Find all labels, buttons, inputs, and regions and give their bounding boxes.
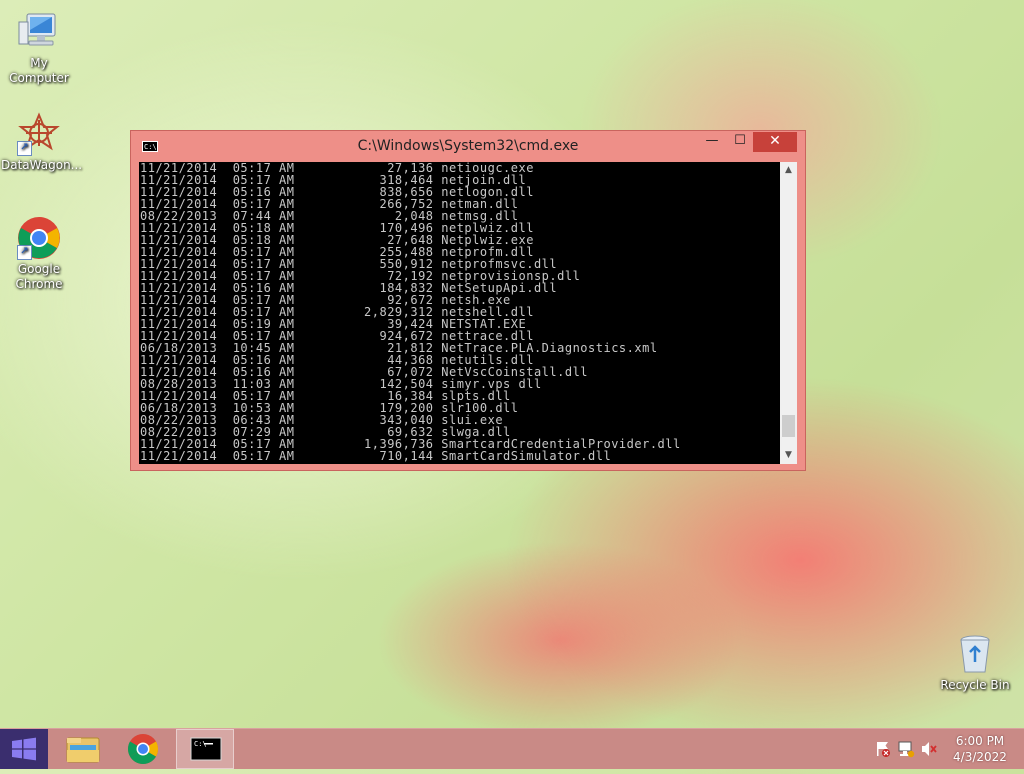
- maximize-button[interactable]: ☐: [727, 132, 753, 152]
- console-output[interactable]: 11/21/2014 05:17 AM 27,136 netiougc.exe 1…: [139, 162, 780, 464]
- cmd-icon: C:\: [190, 737, 222, 761]
- taskbar-chrome[interactable]: [114, 729, 172, 769]
- scrollbar-thumb[interactable]: [782, 415, 795, 438]
- start-button[interactable]: [0, 729, 48, 769]
- taskbar-cmd[interactable]: C:\: [176, 729, 234, 769]
- windows-logo-icon: [12, 737, 36, 761]
- desktop-icon-my-computer[interactable]: My Computer: [1, 10, 77, 86]
- system-tray: [870, 729, 942, 769]
- folder-icon: [66, 737, 100, 763]
- vertical-scrollbar[interactable]: ▲ ▼: [780, 162, 797, 464]
- clock-time: 6:00 PM: [955, 734, 1005, 748]
- desktop-icon-label: Recycle Bin: [940, 678, 1010, 692]
- volume-muted-icon[interactable]: [918, 729, 940, 769]
- my-computer-icon: [17, 10, 61, 54]
- close-button[interactable]: ✕: [753, 132, 797, 152]
- shortcut-arrow-icon: ↗: [17, 245, 32, 260]
- minimize-button[interactable]: —: [697, 132, 727, 152]
- datawagon-icon: ↗: [17, 112, 61, 156]
- cmd-titlebar[interactable]: C:\ C:\Windows\System32\cmd.exe — ☐ ✕: [131, 131, 805, 161]
- network-icon[interactable]: [895, 729, 917, 769]
- desktop-icon-recycle-bin[interactable]: Recycle Bin: [937, 632, 1013, 693]
- console-line: 11/21/2014 05:17 AM 710,144 SmartCardSim…: [140, 449, 612, 463]
- taskbar-clock[interactable]: 6:00 PM 4/3/2022: [944, 733, 1016, 765]
- recycle-bin-icon: [953, 632, 997, 676]
- desktop-icon-label: DataWagon...: [1, 158, 83, 172]
- scroll-down-arrow-icon[interactable]: ▼: [780, 447, 797, 464]
- desktop-icon-datawagon[interactable]: ↗ DataWagon...: [1, 112, 83, 173]
- clock-date: 4/3/2022: [953, 750, 1007, 764]
- scroll-up-arrow-icon[interactable]: ▲: [780, 162, 797, 179]
- taskbar: C:\ 6:00 PM 4/3/2022: [0, 728, 1024, 769]
- chrome-icon: ↗: [17, 216, 61, 260]
- action-center-flag-icon[interactable]: [872, 729, 894, 769]
- desktop-icon-google-chrome[interactable]: ↗ Google Chrome: [1, 216, 77, 292]
- desktop-icon-label: My Computer: [9, 56, 69, 85]
- taskbar-file-explorer[interactable]: [54, 729, 112, 769]
- cmd-window[interactable]: C:\ C:\Windows\System32\cmd.exe — ☐ ✕ 11…: [130, 130, 806, 471]
- shortcut-arrow-icon: ↗: [17, 141, 32, 156]
- chrome-icon: [127, 734, 159, 765]
- desktop-icon-label: Google Chrome: [15, 262, 63, 291]
